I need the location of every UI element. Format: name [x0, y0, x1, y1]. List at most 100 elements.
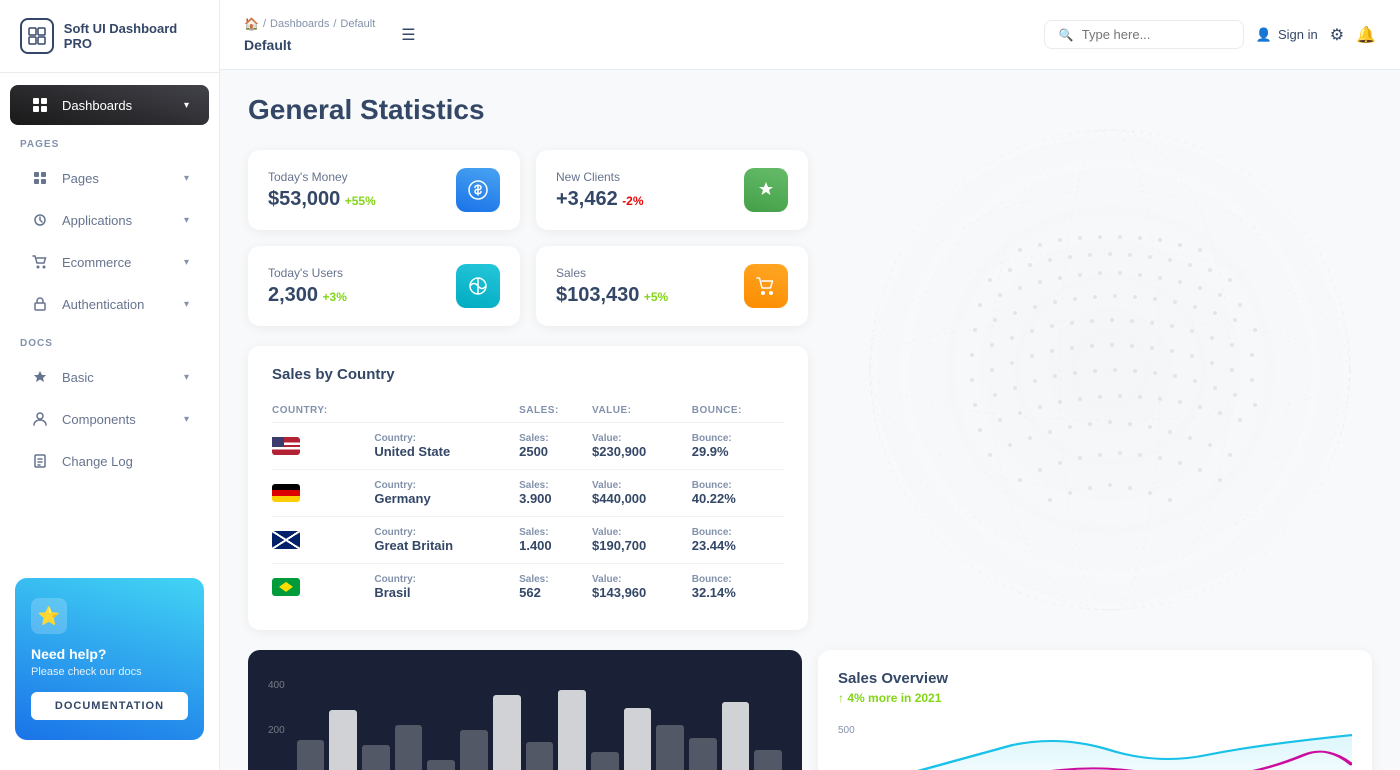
sidebar-nav: Dashboards ▾ PAGES Pages ▾: [0, 73, 219, 568]
sales-overview-title: Sales Overview: [838, 670, 1352, 687]
help-star-icon: ⭐: [31, 598, 67, 634]
stats-cards: Today's Money $53,000 +55% New Clients: [248, 150, 808, 326]
sidebar-item-ecommerce[interactable]: Ecommerce ▾: [10, 242, 209, 282]
stat-label-users: Today's Users: [268, 266, 347, 280]
sidebar: Soft UI Dashboard PRO Dashboards ▾ PAGES: [0, 0, 220, 770]
value-gb: Value: $190,700: [592, 517, 692, 564]
sidebar-item-authentication[interactable]: Authentication ▾: [10, 284, 209, 324]
bar: [362, 745, 390, 770]
table-row: Country: Great Britain Sales: 1.400 Valu…: [272, 517, 784, 564]
dashboards-icon: [30, 95, 50, 115]
stat-value-row-money: $53,000 +55%: [268, 188, 376, 211]
home-icon: 🏠: [244, 17, 259, 31]
sidebar-item-applications[interactable]: Applications ▾: [10, 200, 209, 240]
stat-value-row-clients: +3,462 -2%: [556, 188, 644, 211]
bar: [460, 730, 488, 770]
line-chart-area: [867, 725, 1352, 770]
stat-card-money: Today's Money $53,000 +55%: [248, 150, 520, 230]
content-area: // Generated dots in SVG for globe effec…: [220, 70, 1400, 770]
stat-value-money: $53,000: [268, 188, 340, 210]
sidebar-item-dashboards[interactable]: Dashboards ▾: [10, 85, 209, 125]
bounce-br: Bounce: 32.14%: [692, 564, 784, 611]
bar-chart: [297, 680, 782, 770]
bounce-us: Bounce: 29.9%: [692, 423, 784, 470]
docs-section-label: DOCS: [0, 326, 219, 355]
bar: [395, 725, 423, 770]
stat-icon-users: [456, 264, 500, 308]
table-row: Country: United State Sales: 2500 Value:…: [272, 423, 784, 470]
search-box[interactable]: 🔍: [1044, 20, 1244, 49]
globe-decoration: // Generated dots in SVG for globe effec…: [820, 70, 1400, 670]
stat-icon-clients: [744, 168, 788, 212]
bar: [493, 695, 521, 770]
bar-chart-card: 400 200 0: [248, 650, 802, 770]
stat-icon-sales: [744, 264, 788, 308]
bounce-gb: Bounce: 23.44%: [692, 517, 784, 564]
stat-info-money: Today's Money $53,000 +55%: [268, 170, 376, 211]
bar: [329, 710, 357, 770]
chevron-down-icon: ▾: [184, 372, 189, 383]
breadcrumb: 🏠 / Dashboards / Default Default: [244, 17, 375, 53]
stat-info-sales: Sales $103,430 +5%: [556, 266, 668, 307]
notification-icon[interactable]: 🔔: [1356, 25, 1376, 45]
stat-card-users: Today's Users 2,300 +3%: [248, 246, 520, 326]
value-de: Value: $440,000: [592, 470, 692, 517]
stat-icon-money: [456, 168, 500, 212]
bounce-de: Bounce: 40.22%: [692, 470, 784, 517]
sidebar-changelog-label: Change Log: [62, 454, 189, 469]
bar: [427, 760, 455, 770]
col-header-sales: Sales:: [519, 399, 592, 423]
chevron-down-icon: ▾: [184, 257, 189, 268]
stat-value-users: 2,300: [268, 284, 318, 306]
country-name-us: Country: United State: [374, 423, 519, 470]
user-icon: 👤: [1256, 27, 1272, 43]
flag-cell: [272, 470, 374, 517]
sales-overview-change: 4% more in 2021: [847, 691, 941, 705]
help-title: Need help?: [31, 646, 188, 662]
bar: [689, 738, 717, 770]
breadcrumb-dashboards: Dashboards: [270, 18, 329, 30]
bar: [297, 740, 325, 770]
country-name-gb: Country: Great Britain: [374, 517, 519, 564]
sales-by-country-card: Sales by Country Country: Sales: Value: …: [248, 346, 808, 630]
basic-icon: [30, 367, 50, 387]
table-row: Country: Germany Sales: 3.900 Value: $44…: [272, 470, 784, 517]
y-label-400: 400: [268, 680, 285, 691]
bar: [558, 690, 586, 770]
sidebar-item-components[interactable]: Components ▾: [10, 399, 209, 439]
menu-toggle-icon[interactable]: ☰: [401, 25, 415, 45]
sidebar-basic-label: Basic: [62, 370, 172, 385]
table-row: Country: Brasil Sales: 562 Value: $143,9…: [272, 564, 784, 611]
bar: [526, 742, 554, 770]
bottom-charts-row: 400 200 0: [248, 650, 1372, 770]
topbar: 🏠 / Dashboards / Default Default ☰ 🔍 👤 S…: [220, 0, 1400, 70]
sidebar-item-pages[interactable]: Pages ▾: [10, 158, 209, 198]
search-input[interactable]: [1082, 27, 1229, 42]
stat-value-clients: +3,462: [556, 188, 618, 210]
flag-cell: [272, 423, 374, 470]
stat-info-clients: New Clients +3,462 -2%: [556, 170, 644, 211]
stat-label-clients: New Clients: [556, 170, 644, 184]
sidebar-item-changelog[interactable]: Change Log: [10, 441, 209, 481]
sidebar-auth-label: Authentication: [62, 297, 172, 312]
breadcrumb-current-page: Default: [244, 37, 291, 53]
sidebar-item-basic[interactable]: Basic ▾: [10, 357, 209, 397]
brand-logo: Soft UI Dashboard PRO: [0, 0, 219, 73]
value-br: Value: $143,960: [592, 564, 692, 611]
overview-y-500: 500: [838, 725, 855, 736]
documentation-button[interactable]: DOCUMENTATION: [31, 692, 188, 720]
y-label-200: 200: [268, 725, 285, 736]
stat-card-clients: New Clients +3,462 -2%: [536, 150, 808, 230]
sign-in-label: Sign in: [1278, 27, 1318, 42]
page-title: General Statistics: [248, 94, 1372, 126]
stat-value-sales: $103,430: [556, 284, 639, 306]
settings-icon[interactable]: ⚙: [1330, 25, 1344, 45]
chevron-down-icon: ▾: [184, 173, 189, 184]
sign-in-button[interactable]: 👤 Sign in: [1256, 27, 1318, 43]
chevron-down-icon: ▾: [184, 414, 189, 425]
main-area: 🏠 / Dashboards / Default Default ☰ 🔍 👤 S…: [220, 0, 1400, 770]
value-us: Value: $230,900: [592, 423, 692, 470]
col-header-country: Country:: [272, 399, 374, 423]
chevron-down-icon: ▾: [184, 100, 189, 111]
breadcrumb-default: Default: [340, 18, 375, 30]
